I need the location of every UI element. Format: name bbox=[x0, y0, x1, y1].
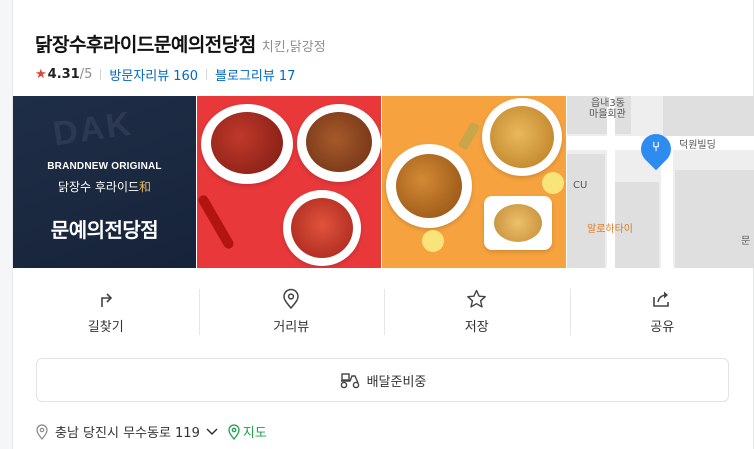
photo-logo-tile[interactable]: DAK BRANDNEW ORIGINAL 닭장수 후라이드和 문예의전당점 bbox=[13, 96, 196, 268]
visitor-review-count: 160 bbox=[173, 69, 199, 84]
map-label: 알로하타이 bbox=[587, 224, 633, 235]
divider bbox=[100, 69, 102, 80]
soy-chicken-image bbox=[306, 112, 372, 172]
title-row: 닭장수후라이드문예의전당점 치킨,닭강정 bbox=[35, 30, 326, 57]
address-row: 충남 당진시 무수동로 119 지도 bbox=[36, 422, 267, 441]
save-button[interactable]: 저장 bbox=[384, 280, 570, 342]
divider bbox=[206, 69, 208, 80]
share-button[interactable]: 공유 bbox=[569, 280, 754, 342]
street-view-label: 거리뷰 bbox=[273, 319, 310, 335]
place-category: 치킨,닭강정 bbox=[261, 40, 326, 55]
yangnyeom-chicken-image bbox=[211, 112, 283, 174]
map-block bbox=[567, 154, 605, 268]
directions-icon bbox=[95, 288, 117, 310]
delivery-scooter-icon bbox=[339, 371, 361, 389]
visitor-review-label: 방문자리뷰 bbox=[109, 69, 170, 84]
delivery-status-label: 배달준비중 bbox=[366, 374, 427, 390]
logo-sub-text: 닭장수 후라이드 bbox=[57, 180, 140, 194]
street-view-button[interactable]: 거리뷰 bbox=[198, 280, 385, 342]
rating-max: /5 bbox=[79, 67, 93, 82]
map-pin-green-icon bbox=[228, 423, 240, 440]
lemon-image bbox=[422, 230, 444, 252]
logo-sub-line: 닭장수 후라이드和 bbox=[13, 178, 196, 195]
chili-pepper-image bbox=[197, 193, 236, 251]
map-label: 문 bbox=[741, 236, 751, 247]
directions-button[interactable]: 길찾기 bbox=[13, 280, 199, 342]
delivery-status-button[interactable]: 배달준비중 bbox=[36, 358, 729, 402]
spicy-soup-image bbox=[291, 198, 353, 258]
chevron-down-icon[interactable] bbox=[206, 427, 218, 436]
fried-chicken-image bbox=[396, 154, 462, 218]
blog-review-label: 블로그리뷰 bbox=[215, 69, 275, 84]
address-text[interactable]: 충남 당진시 무수동로 119 bbox=[55, 422, 200, 441]
map-label: CU bbox=[573, 180, 588, 191]
map-block bbox=[675, 170, 754, 268]
street-view-pin-icon bbox=[280, 288, 302, 310]
map-thumbnail[interactable]: 읍내3동 마을회관 CU 알로하타이 덕원빌딩 문 ⑂ bbox=[567, 96, 754, 268]
share-icon bbox=[651, 288, 673, 310]
rating-value: 4.31 bbox=[47, 67, 80, 82]
place-title[interactable]: 닭장수후라이드문예의전당점 bbox=[35, 30, 256, 57]
logo-main-line: 문예의전당점 bbox=[50, 218, 159, 242]
map-block bbox=[663, 96, 754, 136]
action-bar: 길찾기 거리뷰 저장 공유 bbox=[13, 280, 754, 342]
chicken-balls-image bbox=[494, 204, 542, 242]
photo-food-tile-2[interactable] bbox=[382, 96, 566, 268]
crispy-chicken-image bbox=[490, 106, 554, 168]
place-card: 닭장수후라이드문예의전당점 치킨,닭강정 ★ 4.31 /5 방문자리뷰 160 … bbox=[12, 0, 754, 449]
restaurant-icon: ⑂ bbox=[652, 140, 660, 155]
location-pin-outline-icon bbox=[36, 423, 48, 440]
photo-strip: DAK BRANDNEW ORIGINAL 닭장수 후라이드和 문예의전당점 읍… bbox=[13, 96, 754, 268]
seasoning-bottle-image bbox=[457, 121, 481, 151]
map-label: 덕원빌딩 bbox=[679, 140, 716, 151]
star-icon: ★ bbox=[35, 67, 47, 82]
blog-review-count: 17 bbox=[278, 69, 296, 84]
star-outline-icon bbox=[466, 288, 488, 310]
save-label: 저장 bbox=[464, 319, 489, 335]
blog-review-link[interactable]: 블로그리뷰 17 bbox=[215, 65, 295, 84]
logo-sub-accent: 和 bbox=[139, 180, 152, 194]
map-road bbox=[661, 150, 673, 268]
visitor-review-link[interactable]: 방문자리뷰 160 bbox=[109, 65, 198, 84]
logo-brand-line: BRANDNEW ORIGINAL bbox=[47, 161, 162, 172]
share-label: 공유 bbox=[650, 319, 675, 335]
map-link[interactable]: 지도 bbox=[243, 422, 267, 441]
map-label: 마을회관 bbox=[589, 109, 626, 120]
directions-label: 길찾기 bbox=[87, 319, 124, 335]
meta-row: ★ 4.31 /5 방문자리뷰 160 블로그리뷰 17 bbox=[35, 65, 326, 84]
logo-background-word: DAK bbox=[50, 104, 135, 154]
place-header: 닭장수후라이드문예의전당점 치킨,닭강정 ★ 4.31 /5 방문자리뷰 160 … bbox=[35, 30, 326, 84]
map-road bbox=[607, 96, 615, 268]
photo-food-tile-1[interactable] bbox=[197, 96, 381, 268]
lemon-image bbox=[542, 172, 564, 194]
